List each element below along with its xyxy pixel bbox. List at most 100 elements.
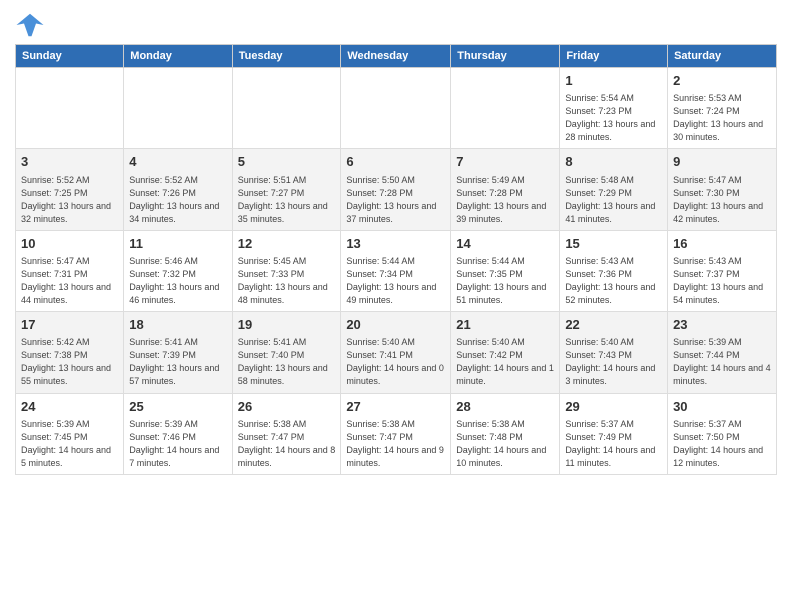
day-info: Sunrise: 5:39 AM Sunset: 7:46 PM Dayligh… xyxy=(129,418,226,470)
weekday-header-monday: Monday xyxy=(124,45,232,68)
day-info: Sunrise: 5:53 AM Sunset: 7:24 PM Dayligh… xyxy=(673,92,771,144)
calendar-cell: 7Sunrise: 5:49 AM Sunset: 7:28 PM Daylig… xyxy=(451,149,560,230)
day-info: Sunrise: 5:39 AM Sunset: 7:45 PM Dayligh… xyxy=(21,418,118,470)
day-number: 25 xyxy=(129,398,226,416)
day-number: 21 xyxy=(456,316,554,334)
week-row-3: 10 Sunrise: 5:47 AM Sunset: 7:31 PM Dayli… xyxy=(16,230,777,311)
calendar-cell: 28 Sunrise: 5:38 AM Sunset: 7:48 PM Dayli… xyxy=(451,393,560,474)
calendar-cell xyxy=(232,68,341,149)
calendar-cell: 27 Sunrise: 5:38 AM Sunset: 7:47 PM Dayli… xyxy=(341,393,451,474)
calendar-cell: 1Sunrise: 5:54 AM Sunset: 7:23 PM Daylig… xyxy=(560,68,668,149)
logo-bird-icon xyxy=(15,10,45,40)
weekday-header-row: SundayMondayTuesdayWednesdayThursdayFrid… xyxy=(16,45,777,68)
calendar-table: SundayMondayTuesdayWednesdayThursdayFrid… xyxy=(15,44,777,475)
calendar-cell: 4Sunrise: 5:52 AM Sunset: 7:26 PM Daylig… xyxy=(124,149,232,230)
day-number: 26 xyxy=(238,398,336,416)
day-number: 5 xyxy=(238,153,336,171)
day-number: 22 xyxy=(565,316,662,334)
day-number: 16 xyxy=(673,235,771,253)
day-number: 28 xyxy=(456,398,554,416)
day-info: Sunrise: 5:46 AM Sunset: 7:32 PM Dayligh… xyxy=(129,255,226,307)
day-number: 1 xyxy=(565,72,662,90)
day-number: 14 xyxy=(456,235,554,253)
day-info: Sunrise: 5:47 AM Sunset: 7:31 PM Dayligh… xyxy=(21,255,118,307)
calendar-cell: 16 Sunrise: 5:43 AM Sunset: 7:37 PM Dayli… xyxy=(668,230,777,311)
day-number: 13 xyxy=(346,235,445,253)
logo xyxy=(15,10,49,40)
day-info: Sunrise: 5:44 AM Sunset: 7:34 PM Dayligh… xyxy=(346,255,445,307)
day-number: 23 xyxy=(673,316,771,334)
day-info: Sunrise: 5:49 AM Sunset: 7:28 PM Dayligh… xyxy=(456,174,554,226)
calendar-cell: 6 Sunrise: 5:50 AM Sunset: 7:28 PM Daylig… xyxy=(341,149,451,230)
calendar-cell: 22Sunrise: 5:40 AM Sunset: 7:43 PM Dayli… xyxy=(560,312,668,393)
day-number: 12 xyxy=(238,235,336,253)
calendar-cell xyxy=(341,68,451,149)
day-number: 27 xyxy=(346,398,445,416)
calendar-cell: 25 Sunrise: 5:39 AM Sunset: 7:46 PM Dayli… xyxy=(124,393,232,474)
calendar-cell xyxy=(451,68,560,149)
day-number: 6 xyxy=(346,153,445,171)
calendar-cell: 13 Sunrise: 5:44 AM Sunset: 7:34 PM Dayli… xyxy=(341,230,451,311)
day-info: Sunrise: 5:37 AM Sunset: 7:49 PM Dayligh… xyxy=(565,418,662,470)
day-number: 29 xyxy=(565,398,662,416)
calendar-cell: 23 Sunrise: 5:39 AM Sunset: 7:44 PM Dayli… xyxy=(668,312,777,393)
day-number: 2 xyxy=(673,72,771,90)
week-row-4: 17 Sunrise: 5:42 AM Sunset: 7:38 PM Dayli… xyxy=(16,312,777,393)
day-number: 9 xyxy=(673,153,771,171)
calendar-cell: 3 Sunrise: 5:52 AM Sunset: 7:25 PM Daylig… xyxy=(16,149,124,230)
day-number: 11 xyxy=(129,235,226,253)
day-number: 10 xyxy=(21,235,118,253)
week-row-1: 1Sunrise: 5:54 AM Sunset: 7:23 PM Daylig… xyxy=(16,68,777,149)
calendar-cell: 14Sunrise: 5:44 AM Sunset: 7:35 PM Dayli… xyxy=(451,230,560,311)
page-container: SundayMondayTuesdayWednesdayThursdayFrid… xyxy=(0,0,792,485)
day-info: Sunrise: 5:38 AM Sunset: 7:47 PM Dayligh… xyxy=(238,418,336,470)
header xyxy=(15,10,777,40)
calendar-cell: 21 Sunrise: 5:40 AM Sunset: 7:42 PM Dayli… xyxy=(451,312,560,393)
day-number: 15 xyxy=(565,235,662,253)
calendar-cell: 12 Sunrise: 5:45 AM Sunset: 7:33 PM Dayli… xyxy=(232,230,341,311)
calendar-cell: 8 Sunrise: 5:48 AM Sunset: 7:29 PM Daylig… xyxy=(560,149,668,230)
day-info: Sunrise: 5:43 AM Sunset: 7:36 PM Dayligh… xyxy=(565,255,662,307)
calendar-cell: 10 Sunrise: 5:47 AM Sunset: 7:31 PM Dayli… xyxy=(16,230,124,311)
day-info: Sunrise: 5:52 AM Sunset: 7:25 PM Dayligh… xyxy=(21,174,118,226)
calendar-cell: 20Sunrise: 5:40 AM Sunset: 7:41 PM Dayli… xyxy=(341,312,451,393)
day-info: Sunrise: 5:40 AM Sunset: 7:41 PM Dayligh… xyxy=(346,336,445,388)
week-row-2: 3 Sunrise: 5:52 AM Sunset: 7:25 PM Daylig… xyxy=(16,149,777,230)
day-info: Sunrise: 5:51 AM Sunset: 7:27 PM Dayligh… xyxy=(238,174,336,226)
calendar-cell: 19Sunrise: 5:41 AM Sunset: 7:40 PM Dayli… xyxy=(232,312,341,393)
day-info: Sunrise: 5:43 AM Sunset: 7:37 PM Dayligh… xyxy=(673,255,771,307)
day-number: 19 xyxy=(238,316,336,334)
calendar-cell: 5 Sunrise: 5:51 AM Sunset: 7:27 PM Daylig… xyxy=(232,149,341,230)
calendar-cell: 30Sunrise: 5:37 AM Sunset: 7:50 PM Dayli… xyxy=(668,393,777,474)
day-info: Sunrise: 5:42 AM Sunset: 7:38 PM Dayligh… xyxy=(21,336,118,388)
day-info: Sunrise: 5:39 AM Sunset: 7:44 PM Dayligh… xyxy=(673,336,771,388)
weekday-header-thursday: Thursday xyxy=(451,45,560,68)
calendar-cell: 29 Sunrise: 5:37 AM Sunset: 7:49 PM Dayli… xyxy=(560,393,668,474)
calendar-cell: 15 Sunrise: 5:43 AM Sunset: 7:36 PM Dayli… xyxy=(560,230,668,311)
day-info: Sunrise: 5:48 AM Sunset: 7:29 PM Dayligh… xyxy=(565,174,662,226)
day-info: Sunrise: 5:38 AM Sunset: 7:48 PM Dayligh… xyxy=(456,418,554,470)
day-number: 18 xyxy=(129,316,226,334)
day-info: Sunrise: 5:37 AM Sunset: 7:50 PM Dayligh… xyxy=(673,418,771,470)
day-info: Sunrise: 5:45 AM Sunset: 7:33 PM Dayligh… xyxy=(238,255,336,307)
calendar-cell xyxy=(16,68,124,149)
day-info: Sunrise: 5:50 AM Sunset: 7:28 PM Dayligh… xyxy=(346,174,445,226)
day-number: 3 xyxy=(21,153,118,171)
day-info: Sunrise: 5:40 AM Sunset: 7:42 PM Dayligh… xyxy=(456,336,554,388)
calendar-cell: 9 Sunrise: 5:47 AM Sunset: 7:30 PM Daylig… xyxy=(668,149,777,230)
calendar-cell: 26 Sunrise: 5:38 AM Sunset: 7:47 PM Dayli… xyxy=(232,393,341,474)
day-info: Sunrise: 5:47 AM Sunset: 7:30 PM Dayligh… xyxy=(673,174,771,226)
calendar-cell: 11 Sunrise: 5:46 AM Sunset: 7:32 PM Dayli… xyxy=(124,230,232,311)
day-info: Sunrise: 5:41 AM Sunset: 7:39 PM Dayligh… xyxy=(129,336,226,388)
day-number: 8 xyxy=(565,153,662,171)
calendar-cell xyxy=(124,68,232,149)
weekday-header-tuesday: Tuesday xyxy=(232,45,341,68)
weekday-header-friday: Friday xyxy=(560,45,668,68)
day-info: Sunrise: 5:38 AM Sunset: 7:47 PM Dayligh… xyxy=(346,418,445,470)
day-number: 24 xyxy=(21,398,118,416)
weekday-header-wednesday: Wednesday xyxy=(341,45,451,68)
calendar-cell: 24 Sunrise: 5:39 AM Sunset: 7:45 PM Dayli… xyxy=(16,393,124,474)
weekday-header-saturday: Saturday xyxy=(668,45,777,68)
day-number: 4 xyxy=(129,153,226,171)
day-number: 17 xyxy=(21,316,118,334)
